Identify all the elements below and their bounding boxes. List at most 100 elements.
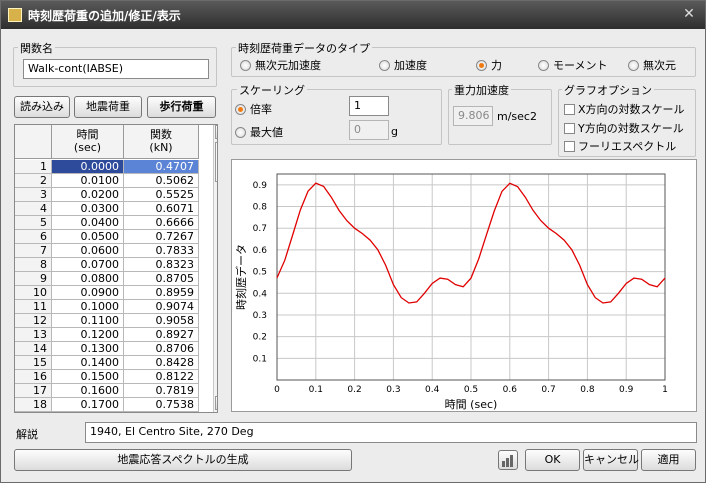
time-cell[interactable]: 0.1100 [52,314,124,328]
time-cell[interactable]: 0.1400 [52,356,124,370]
func-cell[interactable]: 0.8705 [124,272,199,286]
y-log-scale-label: Y方向の対数スケール [578,122,684,135]
time-cell[interactable]: 0.0900 [52,286,124,300]
data-table[interactable]: 時間 (sec) 関数 (kN) 1 0.0000 0.4707 2 0.0100 0.5… [14,124,218,413]
table-row[interactable]: 12 0.1100 0.9058 [15,314,199,328]
time-cell[interactable]: 0.1200 [52,328,124,342]
table-scrollbar[interactable]: ▲ ▼ [213,125,217,412]
func-cell[interactable]: 0.7267 [124,230,199,244]
x-tick-label: 1 [662,385,668,395]
time-cell[interactable]: 0.0100 [52,174,124,188]
data-type-label: 時刻歴荷重データのタイプ [236,40,372,56]
x-tick-label: 0.9 [619,385,634,395]
table-row[interactable]: 6 0.0500 0.7267 [15,230,199,244]
scaling-max-radio[interactable]: 最大値 [235,124,283,140]
func-name-input[interactable]: Walk-cont(IABSE) [23,59,209,79]
type-radio-0[interactable]: 無次元加速度 [240,57,321,73]
radio-icon [628,60,639,71]
table-row[interactable]: 10 0.0900 0.8959 [15,286,199,300]
time-cell[interactable]: 0.1000 [52,300,124,314]
table-row[interactable]: 14 0.1300 0.8706 [15,342,199,356]
cancel-button[interactable]: キャンセル [583,449,639,471]
table-row[interactable]: 11 0.1000 0.9074 [15,300,199,314]
time-cell[interactable]: 0.0200 [52,188,124,202]
walking-load-button[interactable]: 歩行荷重 [147,96,216,118]
gravity-input[interactable]: 9.806 [453,106,493,126]
scroll-thumb[interactable] [215,142,217,182]
func-cell[interactable]: 0.8706 [124,342,199,356]
func-cell[interactable]: 0.8428 [124,356,199,370]
func-cell[interactable]: 0.8323 [124,258,199,272]
table-row[interactable]: 5 0.0400 0.6666 [15,216,199,230]
time-cell[interactable]: 0.0700 [52,258,124,272]
table-row[interactable]: 17 0.1600 0.7819 [15,384,199,398]
type-radio-3[interactable]: モーメント [538,57,608,73]
func-cell[interactable]: 0.8927 [124,328,199,342]
func-cell[interactable]: 0.6071 [124,202,199,216]
type-radio-2[interactable]: 力 [476,57,502,73]
func-cell[interactable]: 0.5062 [124,174,199,188]
scaling-factor-radio[interactable]: 倍率 [235,101,272,117]
x-log-scale-checkbox[interactable]: X方向の対数スケール [564,101,685,117]
description-input[interactable]: 1940, El Centro Site, 270 Deg [85,422,697,443]
scaling-factor-input[interactable]: 1 [349,96,389,116]
row-number-cell: 17 [15,384,52,398]
x-tick-label: 0.2 [347,385,361,395]
table-row[interactable]: 13 0.1200 0.8927 [15,328,199,342]
time-cell[interactable]: 0.0000 [52,160,124,174]
func-cell[interactable]: 0.8122 [124,370,199,384]
func-cell[interactable]: 0.7819 [124,384,199,398]
scaling-factor-label: 倍率 [250,103,272,116]
table-row[interactable]: 4 0.0300 0.6071 [15,202,199,216]
type-radio-label: 無次元加速度 [255,59,321,72]
y-log-scale-checkbox[interactable]: Y方向の対数スケール [564,120,684,136]
radio-icon [538,60,549,71]
table-row[interactable]: 18 0.1700 0.7538 [15,398,199,412]
table-row[interactable]: 2 0.0100 0.5062 [15,174,199,188]
func-cell[interactable]: 0.9058 [124,314,199,328]
time-cell[interactable]: 0.0800 [52,272,124,286]
func-cell[interactable]: 0.9074 [124,300,199,314]
type-radio-4[interactable]: 無次元 [628,57,676,73]
graph-options-label: グラフオプション [562,82,654,98]
scaling-label: スケーリング [237,82,307,98]
time-cell[interactable]: 0.1500 [52,370,124,384]
generate-spectrum-button[interactable]: 地震応答スペクトルの生成 [14,449,352,471]
checkbox-icon [564,141,575,152]
scaling-max-input[interactable]: 0 [349,120,389,140]
load-button[interactable]: 読み込み [14,96,70,118]
x-tick-label: 0.6 [503,385,518,395]
func-cell[interactable]: 0.6666 [124,216,199,230]
fourier-spectrum-checkbox[interactable]: フーリエスペクトル [564,138,676,154]
time-cell[interactable]: 0.1300 [52,342,124,356]
time-cell[interactable]: 0.0600 [52,244,124,258]
time-cell[interactable]: 0.0300 [52,202,124,216]
seismic-load-button[interactable]: 地震荷重 [74,96,142,118]
table-row[interactable]: 1 0.0000 0.4707 [15,160,199,174]
scroll-down-icon[interactable]: ▼ [215,396,217,410]
scroll-up-icon[interactable]: ▲ [215,125,217,139]
type-radio-1[interactable]: 加速度 [379,57,427,73]
func-cell[interactable]: 0.4707 [124,160,199,174]
graph-icon-button[interactable] [498,450,518,470]
func-cell[interactable]: 0.8959 [124,286,199,300]
time-cell[interactable]: 0.0400 [52,216,124,230]
func-cell[interactable]: 0.7833 [124,244,199,258]
time-column-header: 時間 (sec) [52,125,124,159]
apply-button[interactable]: 適用 [641,449,696,471]
close-icon[interactable]: ✕ [681,6,697,22]
ok-button[interactable]: OK [525,449,580,471]
table-row[interactable]: 8 0.0700 0.8323 [15,258,199,272]
title-bar: 時刻歴荷重の追加/修正/表示 ✕ [1,1,705,29]
time-cell[interactable]: 0.0500 [52,230,124,244]
time-cell[interactable]: 0.1700 [52,398,124,412]
dialog-window: 時刻歴荷重の追加/修正/表示 ✕ 関数名 Walk-cont(IABSE) 読み… [0,0,706,483]
func-cell[interactable]: 0.5525 [124,188,199,202]
time-cell[interactable]: 0.1600 [52,384,124,398]
table-row[interactable]: 7 0.0600 0.7833 [15,244,199,258]
table-row[interactable]: 15 0.1400 0.8428 [15,356,199,370]
table-row[interactable]: 3 0.0200 0.5525 [15,188,199,202]
table-row[interactable]: 16 0.1500 0.8122 [15,370,199,384]
func-cell[interactable]: 0.7538 [124,398,199,412]
table-row[interactable]: 9 0.0800 0.8705 [15,272,199,286]
